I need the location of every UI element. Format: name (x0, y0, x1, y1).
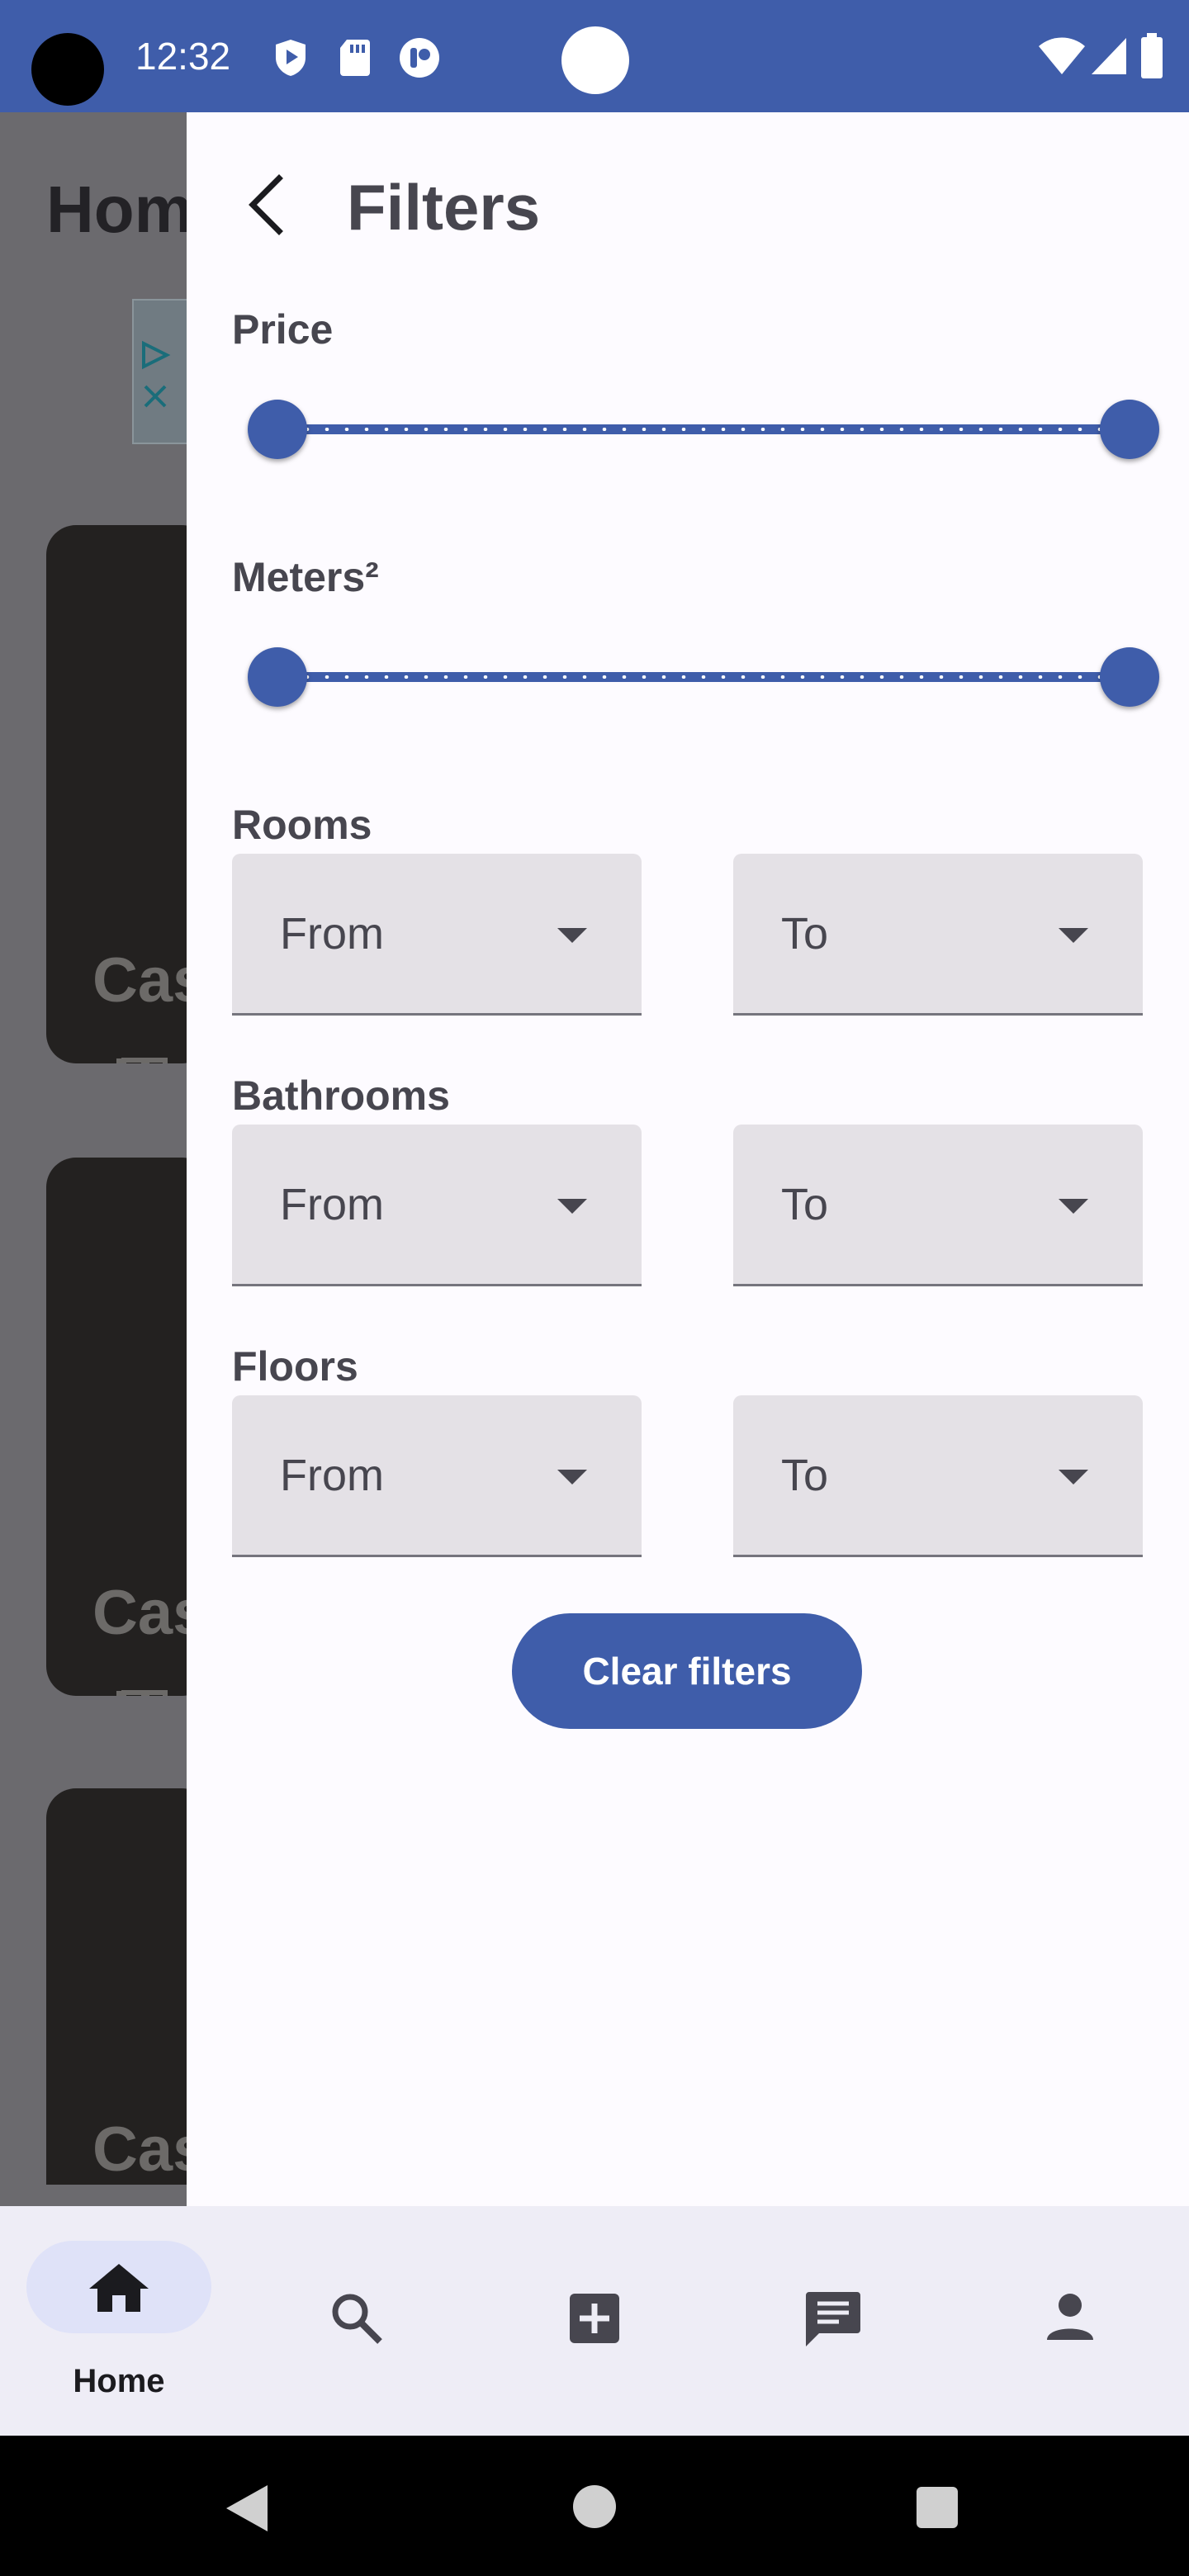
system-recents-icon[interactable] (915, 2485, 959, 2530)
shield-play-icon (276, 40, 306, 76)
price-min-thumb[interactable] (248, 400, 307, 459)
bathrooms-label: Bathrooms (232, 1073, 450, 1119)
camera-cutout (31, 33, 104, 106)
slider-tick-marks (297, 428, 1110, 431)
listing-card[interactable]: Cas (46, 1788, 187, 2185)
dropdown-arrow-icon (557, 1199, 587, 1214)
ad-close-icon[interactable] (142, 383, 168, 410)
rooms-label: Rooms (232, 802, 372, 848)
floors-label: Floors (232, 1343, 358, 1390)
nav-item-profile[interactable] (951, 2206, 1189, 2436)
status-time: 12:32 (135, 35, 231, 78)
floors-from-dropdown[interactable]: From (232, 1395, 642, 1557)
listing-card[interactable]: Cas (46, 525, 187, 1063)
ad-banner[interactable] (132, 299, 187, 444)
person-icon (1047, 2294, 1093, 2340)
price-range-slider[interactable] (248, 400, 1159, 459)
bed-icon (116, 1690, 168, 1696)
rooms-to-dropdown[interactable]: To (733, 854, 1143, 1016)
rooms-from-dropdown[interactable]: From (232, 854, 642, 1016)
dropdown-value: To (781, 909, 829, 959)
search-icon (332, 2294, 382, 2344)
cell-signal-icon (1092, 38, 1126, 74)
listing-title: Cas (92, 1578, 187, 1648)
dropdown-value: To (781, 1180, 829, 1229)
meters-max-thumb[interactable] (1100, 647, 1159, 707)
floors-to-dropdown[interactable]: To (733, 1395, 1143, 1557)
ad-choices-icon (142, 340, 171, 370)
nav-label-home: Home (73, 2363, 165, 2399)
nav-item-add[interactable] (476, 2206, 713, 2436)
bottom-navigation: Home (0, 2206, 1189, 2436)
listing-card[interactable]: Cas (46, 1158, 187, 1696)
dropdown-arrow-icon (1059, 928, 1088, 943)
nav-item-search[interactable] (238, 2206, 476, 2436)
app-notification-icon (400, 38, 439, 78)
meters-min-thumb[interactable] (248, 647, 307, 707)
battery-icon (1141, 33, 1163, 78)
price-max-thumb[interactable] (1100, 400, 1159, 459)
slider-tick-marks (297, 675, 1110, 679)
dropdown-arrow-icon (557, 928, 587, 943)
dropdown-value: From (280, 1180, 384, 1229)
dropdown-arrow-icon (1059, 1199, 1088, 1214)
listing-title: Cas (92, 2114, 187, 2185)
meters-label: Meters² (232, 554, 379, 600)
system-navigation-bar (0, 2436, 1189, 2576)
sd-card-icon (340, 40, 370, 76)
dropdown-arrow-icon (1059, 1470, 1088, 1485)
add-box-icon (570, 2294, 619, 2343)
bathrooms-to-dropdown[interactable]: To (733, 1125, 1143, 1286)
chat-icon (806, 2292, 860, 2346)
meters-range-slider[interactable] (248, 647, 1159, 707)
dropdown-arrow-icon (557, 1470, 587, 1485)
clear-filters-button[interactable]: Clear filters (512, 1613, 862, 1729)
nav-item-messages[interactable] (713, 2206, 951, 2436)
wifi-icon (1039, 37, 1085, 74)
bathrooms-from-dropdown[interactable]: From (232, 1125, 642, 1286)
dropdown-value: To (781, 1451, 829, 1500)
back-arrow-icon[interactable] (233, 170, 302, 239)
background-page-title: Hom (46, 173, 187, 246)
listing-title: Cas (92, 945, 187, 1016)
background-home-screen: Hom Cas Cas Cas (0, 112, 187, 2206)
system-back-icon[interactable] (225, 2484, 269, 2533)
nav-item-home[interactable]: Home (0, 2206, 238, 2436)
page-title: Filters (347, 171, 541, 244)
status-bar: 12:32 (0, 0, 1189, 112)
bed-icon (116, 1058, 168, 1063)
price-label: Price (232, 306, 334, 353)
system-home-icon[interactable] (571, 2484, 618, 2530)
dropdown-value: From (280, 909, 384, 959)
front-camera-dot (561, 26, 629, 94)
dropdown-value: From (280, 1451, 384, 1500)
home-icon (89, 2264, 149, 2312)
